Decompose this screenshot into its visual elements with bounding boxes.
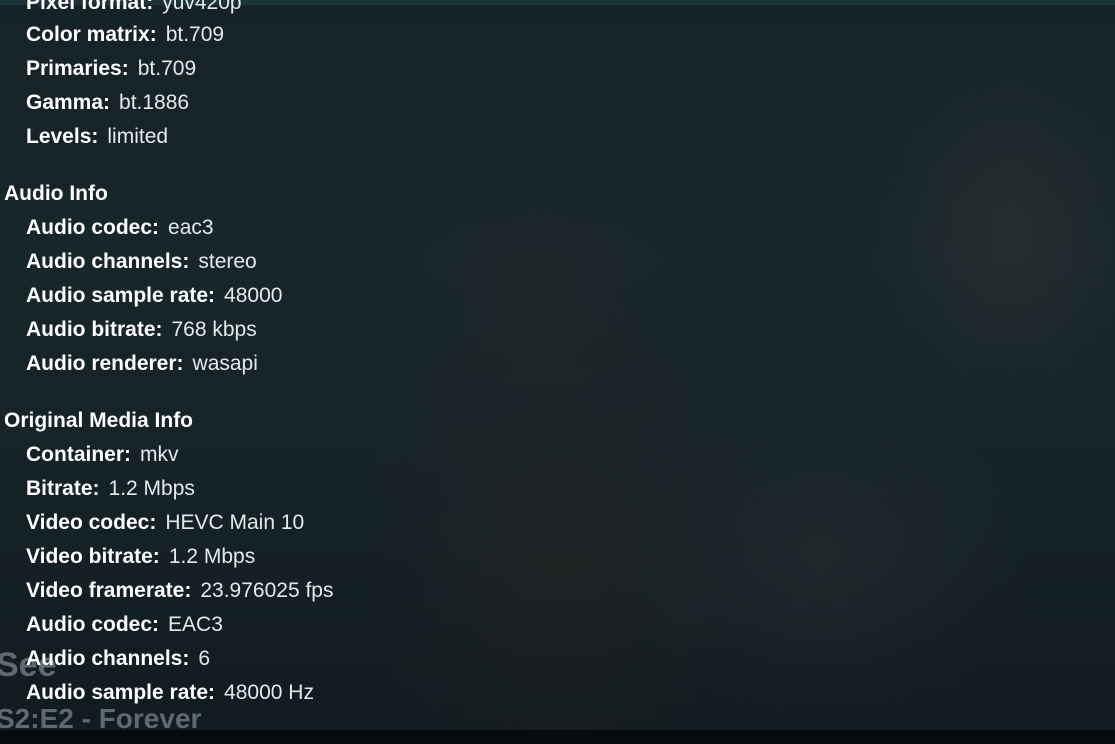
info-value: 1.2 Mbps <box>168 545 256 568</box>
info-row-levels: Levels: limited <box>26 125 168 149</box>
info-label: Audio sample rate: <box>26 681 216 704</box>
info-label: Audio renderer: <box>26 352 184 375</box>
info-value: 23.976025 fps <box>200 579 334 602</box>
info-row-original-audio-sample-rate: Audio sample rate: 48000 Hz <box>26 681 314 705</box>
info-label: Levels: <box>26 125 99 148</box>
info-label: Audio codec: <box>26 216 160 239</box>
info-label: Audio codec: <box>26 613 160 636</box>
info-row-video-codec: Video codec: HEVC Main 10 <box>26 511 304 535</box>
info-row-original-audio-channels: Audio channels: 6 <box>26 647 210 671</box>
info-label: Video framerate: <box>26 579 192 602</box>
info-row-bitrate: Bitrate: 1.2 Mbps <box>26 477 195 501</box>
info-row-audio-bitrate: Audio bitrate: 768 kbps <box>26 318 257 342</box>
video-player[interactable]: See S2:E2 - Forever Pixel format: yuv420p… <box>0 0 1115 744</box>
info-label: Color matrix: <box>26 23 157 46</box>
episode-title: S2:E2 - Forever <box>0 703 202 734</box>
info-value: limited <box>107 125 169 148</box>
info-label: Video codec: <box>26 511 157 534</box>
info-label: Pixel format: <box>26 0 154 14</box>
info-label: Primaries: <box>26 57 129 80</box>
info-value: HEVC Main 10 <box>165 511 305 534</box>
info-row-audio-sample-rate: Audio sample rate: 48000 <box>26 284 282 308</box>
info-row-audio-channels: Audio channels: stereo <box>26 250 257 274</box>
info-row-video-framerate: Video framerate: 23.976025 fps <box>26 579 333 603</box>
info-row-container: Container: mkv <box>26 443 179 467</box>
info-value: eac3 <box>168 216 214 239</box>
info-value: stereo <box>198 250 257 273</box>
info-row-audio-renderer: Audio renderer: wasapi <box>26 352 258 376</box>
info-label: Audio sample rate: <box>26 284 216 307</box>
info-value: wasapi <box>192 352 258 375</box>
info-value: yuv420p <box>162 0 242 14</box>
info-value: 6 <box>198 647 211 670</box>
info-label: Audio channels: <box>26 647 190 670</box>
info-label: Audio channels: <box>26 250 190 273</box>
section-header-audio-info: Audio Info <box>4 182 108 205</box>
section-header-original-media-info: Original Media Info <box>4 409 194 432</box>
info-row-video-bitrate: Video bitrate: 1.2 Mbps <box>26 545 255 569</box>
info-value: 48000 <box>224 284 283 307</box>
info-label: Gamma: <box>26 91 111 114</box>
info-value: 48000 Hz <box>224 681 314 704</box>
info-label: Video bitrate: <box>26 545 160 568</box>
info-value: EAC3 <box>168 613 223 636</box>
info-value: 1.2 Mbps <box>108 477 195 500</box>
info-value: bt.1886 <box>119 91 190 114</box>
info-label: Bitrate: <box>26 477 100 500</box>
info-label: Audio bitrate: <box>26 318 163 341</box>
info-row-gamma: Gamma: bt.1886 <box>26 91 189 115</box>
info-label: Container: <box>26 443 131 466</box>
info-value: bt.709 <box>165 23 225 46</box>
info-row-color-matrix: Color matrix: bt.709 <box>26 23 224 47</box>
info-row-original-audio-codec: Audio codec: EAC3 <box>26 613 223 637</box>
info-value: bt.709 <box>137 57 197 80</box>
info-row-audio-codec: Audio codec: eac3 <box>26 216 214 240</box>
info-value: mkv <box>140 443 179 466</box>
info-value: 768 kbps <box>171 318 257 341</box>
info-row-pixel-format: Pixel format: yuv420p <box>26 0 242 15</box>
info-row-primaries: Primaries: bt.709 <box>26 57 196 81</box>
